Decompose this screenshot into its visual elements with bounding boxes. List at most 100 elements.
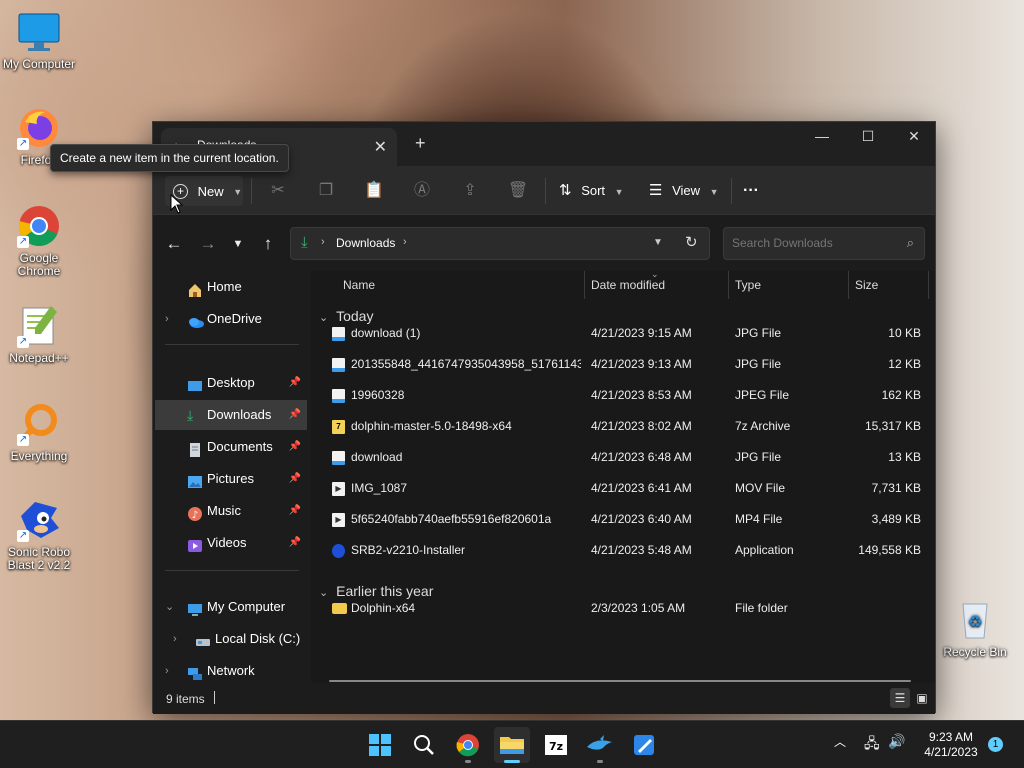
file-size: 7,731 KB	[871, 481, 921, 495]
desktop-icon-my-computer[interactable]: My Computer	[1, 10, 77, 71]
sidebar-item-pictures[interactable]: Pictures 📌	[155, 464, 307, 494]
search-icon: ⌕	[906, 235, 914, 250]
file-row[interactable]: SRB2-v2210-Installer 4/21/2023 5:48 AM A…	[313, 535, 935, 566]
desktop-icon-chrome[interactable]: ↗ Google Chrome	[1, 204, 77, 278]
chevron-down-icon[interactable]: ⌄	[165, 592, 174, 622]
sidebar-item-home[interactable]: Home	[155, 272, 307, 302]
volume-icon[interactable]: 🔊	[888, 733, 905, 750]
desktop-icon-everything[interactable]: ↗ Everything	[1, 402, 77, 463]
sidebar-item-label: Documents	[207, 439, 273, 454]
chevron-down-icon: ▼	[614, 187, 624, 197]
sidebar-divider	[165, 344, 299, 345]
back-arrow-icon[interactable]: ←	[161, 231, 187, 257]
rename-icon[interactable]: Ⓐ	[407, 176, 437, 206]
new-tab-button[interactable]: +	[415, 133, 426, 154]
search-input[interactable]	[732, 236, 892, 250]
sidebar-item-label: Pictures	[207, 471, 254, 486]
chevron-right-icon[interactable]: ›	[173, 624, 177, 654]
taskbar-file-explorer[interactable]	[494, 727, 530, 763]
sidebar-item-label: Desktop	[207, 375, 255, 390]
up-arrow-icon[interactable]: ↑	[255, 231, 281, 257]
refresh-icon[interactable]: ↻	[685, 233, 698, 251]
sidebar-item-desktop[interactable]: Desktop 📌	[155, 368, 307, 398]
close-button[interactable]: ✕	[891, 122, 937, 152]
forward-arrow-icon[interactable]: →	[195, 231, 221, 257]
network-status-icon[interactable]: 🖧	[864, 733, 880, 757]
videos-folder-icon	[187, 535, 203, 552]
taskbar-chrome[interactable]	[450, 727, 486, 763]
maximize-button[interactable]: ☐	[845, 122, 891, 152]
taskbar-dolphin[interactable]	[582, 727, 618, 763]
column-header-size[interactable]: Size	[855, 271, 878, 299]
file-row[interactable]: download 4/21/2023 6:48 AM JPG File 13 K…	[313, 442, 935, 473]
details-view-icon[interactable]: ☰	[890, 688, 910, 708]
address-dropdown-icon[interactable]: ▼	[653, 237, 663, 248]
notification-badge[interactable]: 1	[988, 737, 1003, 752]
file-row[interactable]: ▶ 5f65240fabb740aefb55916ef820601a 4/21/…	[313, 504, 935, 535]
search-box[interactable]: ⌕	[723, 227, 925, 260]
taskbar-7zip[interactable]: 7z	[538, 727, 574, 763]
tiles-view-icon[interactable]: ▣	[912, 688, 932, 708]
breadcrumb-location[interactable]: Downloads	[336, 236, 395, 250]
sidebar-item-downloads[interactable]: ⤓ Downloads 📌	[155, 400, 307, 430]
sidebar-item-label: OneDrive	[207, 311, 262, 326]
pin-icon: 📌	[288, 505, 301, 516]
file-row[interactable]: 201355848_4416747935043958_517611434... …	[313, 349, 935, 380]
shortcut-arrow-icon: ↗	[17, 138, 29, 150]
desktop-icon-sonic[interactable]: ↗ Sonic Robo Blast 2 v2.2	[1, 498, 77, 572]
clock-date: 4/21/2023	[924, 745, 978, 759]
horizontal-scrollbar[interactable]	[329, 680, 911, 682]
search-icon	[414, 735, 434, 755]
file-type: JPG File	[735, 450, 782, 464]
view-button[interactable]: ☰ View ▼	[649, 176, 719, 206]
column-divider[interactable]	[584, 271, 585, 299]
taskbar: 7z ︿ 🖧 🔊 9:23 AM 4/21/2023 1	[0, 720, 1024, 768]
file-row[interactable]: 7 dolphin-master-5.0-18498-x64 4/21/2023…	[313, 411, 935, 442]
computer-icon	[187, 599, 203, 616]
taskbar-paint[interactable]	[626, 727, 662, 763]
minimize-button[interactable]: —	[799, 122, 845, 152]
paste-icon[interactable]: 📋	[359, 176, 389, 206]
desktop-icon-notepadpp[interactable]: ↗ Notepad++	[1, 304, 77, 365]
column-header-date[interactable]: Date modified	[591, 271, 665, 299]
column-divider[interactable]	[728, 271, 729, 299]
column-header-name[interactable]: Name	[343, 271, 375, 299]
sidebar-item-local-disk[interactable]: › Local Disk (C:)	[155, 624, 307, 654]
file-date: 2/3/2023 1:05 AM	[591, 601, 686, 615]
clock[interactable]: 9:23 AM 4/21/2023	[916, 730, 986, 760]
cut-icon[interactable]: ✂	[263, 176, 293, 206]
chevron-right-icon[interactable]: ›	[165, 656, 169, 686]
file-row[interactable]: ▶ IMG_1087 4/21/2023 6:41 AM MOV File 7,…	[313, 473, 935, 504]
start-button[interactable]	[362, 727, 398, 763]
sidebar-item-network[interactable]: › Network	[155, 656, 307, 686]
sidebar-item-onedrive[interactable]: › OneDrive	[155, 304, 307, 334]
file-explorer-icon	[500, 737, 524, 754]
file-name: 5f65240fabb740aefb55916ef820601a	[351, 512, 552, 526]
close-tab-icon[interactable]: ✕	[374, 137, 387, 157]
taskbar-search-button[interactable]	[406, 727, 442, 763]
copy-icon[interactable]: ❐	[311, 176, 341, 206]
sort-button[interactable]: ⇅ Sort ▼	[559, 176, 624, 206]
delete-icon[interactable]: 🗑	[503, 176, 533, 206]
chevron-right-icon[interactable]: ›	[165, 304, 169, 334]
sidebar-item-videos[interactable]: Videos 📌	[155, 528, 307, 558]
more-options-button[interactable]: ···	[743, 176, 759, 206]
sidebar-item-music[interactable]: ♪ Music 📌	[155, 496, 307, 526]
file-row[interactable]: download (1) 4/21/2023 9:15 AM JPG File …	[313, 318, 935, 349]
desktop-icon-label: Recycle Bin	[943, 645, 1007, 659]
jpg-file-icon	[332, 358, 345, 372]
column-divider[interactable]	[848, 271, 849, 299]
column-divider[interactable]	[928, 271, 929, 299]
show-hidden-icons-chevron-icon[interactable]: ︿	[834, 733, 846, 750]
file-list: Name ⌄ Date modified Type Size ⌄ Today d…	[313, 269, 935, 683]
sidebar-item-documents[interactable]: Documents 📌	[155, 432, 307, 462]
desktop-icon-recycle-bin[interactable]: ♻ Recycle Bin	[937, 598, 1013, 659]
sidebar-item-label: Downloads	[207, 407, 272, 422]
file-row[interactable]: Dolphin-x64 2/3/2023 1:05 AM File folder	[313, 593, 935, 624]
file-row[interactable]: 19960328 4/21/2023 8:53 AM JPEG File 162…	[313, 380, 935, 411]
column-header-type[interactable]: Type	[735, 271, 761, 299]
sidebar-item-my-computer[interactable]: ⌄ My Computer	[155, 592, 307, 622]
recent-locations-chevron-icon[interactable]: ▼	[225, 231, 251, 257]
address-bar[interactable]: ⤓ › Downloads › ▼ ↻	[290, 227, 710, 260]
share-icon[interactable]: ⇪	[455, 176, 485, 206]
